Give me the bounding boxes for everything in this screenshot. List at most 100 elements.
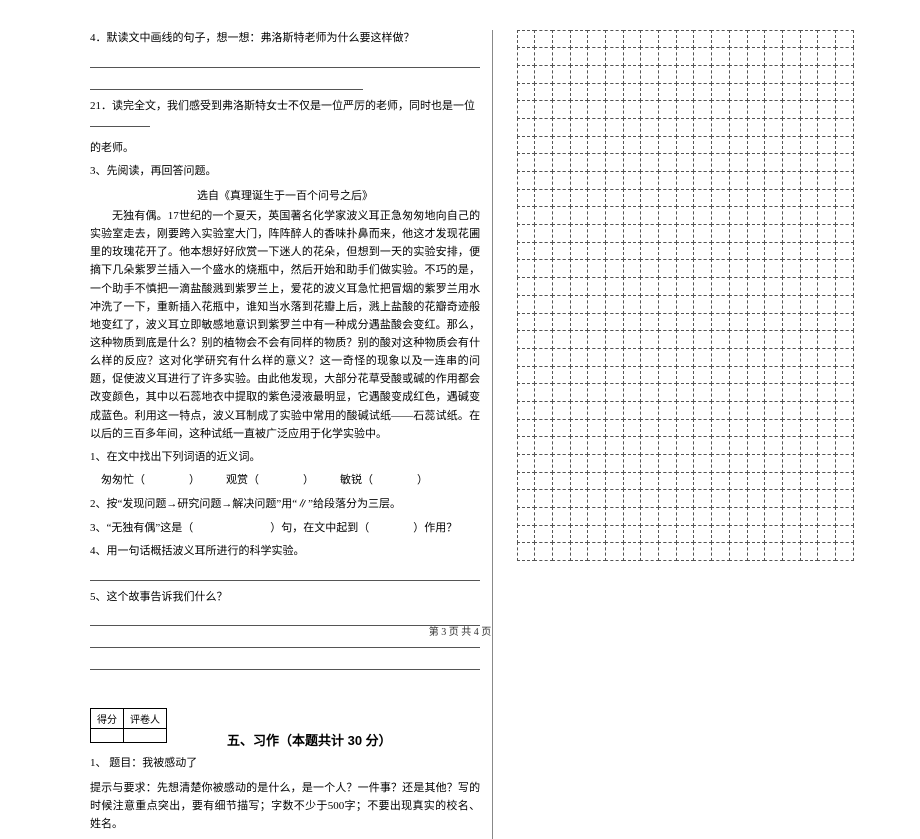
grid-cell[interactable] [676,383,695,402]
grid-cell[interactable] [623,348,642,367]
grid-cell[interactable] [817,313,836,332]
grid-cell[interactable] [605,65,624,84]
grid-cell[interactable] [817,348,836,367]
grid-cell[interactable] [587,489,606,508]
grid-cell[interactable] [711,118,730,137]
grid-cell[interactable] [534,118,553,137]
grid-cell[interactable] [817,30,836,49]
grid-cell[interactable] [534,171,553,190]
grid-cell[interactable] [676,118,695,137]
grid-cell[interactable] [534,295,553,314]
grid-cell[interactable] [693,313,712,332]
grid-cell[interactable] [747,472,766,491]
grid-cell[interactable] [782,171,801,190]
answer-blank[interactable] [90,76,363,90]
grid-cell[interactable] [835,489,854,508]
grid-cell[interactable] [552,153,571,172]
grid-cell[interactable] [747,454,766,473]
grid-cell[interactable] [782,30,801,49]
grid-cell[interactable] [782,206,801,225]
grid-cell[interactable] [605,366,624,385]
grid-cell[interactable] [729,507,748,526]
grid-cell[interactable] [782,348,801,367]
grid-cell[interactable] [587,118,606,137]
grid-cell[interactable] [640,277,659,296]
grid-cell[interactable] [782,542,801,561]
synonym-blank[interactable]: 敏锐（ ） [340,472,428,490]
grid-cell[interactable] [517,366,536,385]
grid-cell[interactable] [747,83,766,102]
grid-cell[interactable] [517,153,536,172]
grid-cell[interactable] [764,295,783,314]
grid-cell[interactable] [711,454,730,473]
grid-cell[interactable] [747,242,766,261]
grid-cell[interactable] [517,277,536,296]
grid-cell[interactable] [835,507,854,526]
grid-cell[interactable] [570,242,589,261]
grid-cell[interactable] [835,419,854,438]
grid-cell[interactable] [623,436,642,455]
grid-cell[interactable] [764,313,783,332]
grid-cell[interactable] [517,313,536,332]
grid-cell[interactable] [517,295,536,314]
grid-cell[interactable] [658,224,677,243]
grid-cell[interactable] [764,206,783,225]
grid-cell[interactable] [693,224,712,243]
grid-cell[interactable] [517,206,536,225]
grid-cell[interactable] [800,47,819,66]
grid-cell[interactable] [640,118,659,137]
grid-cell[interactable] [747,313,766,332]
grid-cell[interactable] [693,30,712,49]
grid-cell[interactable] [640,30,659,49]
grid-cell[interactable] [570,153,589,172]
grid-cell[interactable] [623,383,642,402]
grid-cell[interactable] [676,189,695,208]
grid-cell[interactable] [587,313,606,332]
grid-cell[interactable] [693,189,712,208]
grid-cell[interactable] [835,525,854,544]
grid-cell[interactable] [764,65,783,84]
grid-cell[interactable] [534,47,553,66]
grid-cell[interactable] [605,30,624,49]
grid-cell[interactable] [711,259,730,278]
grid-cell[interactable] [676,206,695,225]
grid-cell[interactable] [552,383,571,402]
grid-cell[interactable] [587,507,606,526]
grid-cell[interactable] [517,83,536,102]
grid-cell[interactable] [817,224,836,243]
grid-cell[interactable] [552,295,571,314]
grid-cell[interactable] [552,83,571,102]
grid-cell[interactable] [800,366,819,385]
grid-cell[interactable] [517,118,536,137]
grid-cell[interactable] [552,47,571,66]
grid-cell[interactable] [729,30,748,49]
grid-cell[interactable] [729,153,748,172]
grid-cell[interactable] [764,30,783,49]
grid-cell[interactable] [729,189,748,208]
grid-cell[interactable] [534,30,553,49]
grid-cell[interactable] [517,419,536,438]
grid-cell[interactable] [782,489,801,508]
grid-cell[interactable] [817,454,836,473]
grid-cell[interactable] [640,65,659,84]
grid-cell[interactable] [764,100,783,119]
grid-cell[interactable] [658,454,677,473]
grid-cell[interactable] [747,65,766,84]
grid-cell[interactable] [605,383,624,402]
grid-cell[interactable] [711,30,730,49]
grid-cell[interactable] [587,366,606,385]
grid-cell[interactable] [693,153,712,172]
grid-cell[interactable] [764,171,783,190]
grid-cell[interactable] [640,419,659,438]
grid-cell[interactable] [517,30,536,49]
grid-cell[interactable] [817,171,836,190]
grid-cell[interactable] [570,224,589,243]
grid-cell[interactable] [534,277,553,296]
grid-cell[interactable] [835,366,854,385]
grid-cell[interactable] [800,383,819,402]
grid-cell[interactable] [587,30,606,49]
grid-cell[interactable] [605,47,624,66]
grid-cell[interactable] [711,401,730,420]
score-cell[interactable] [91,729,124,743]
grid-cell[interactable] [835,472,854,491]
